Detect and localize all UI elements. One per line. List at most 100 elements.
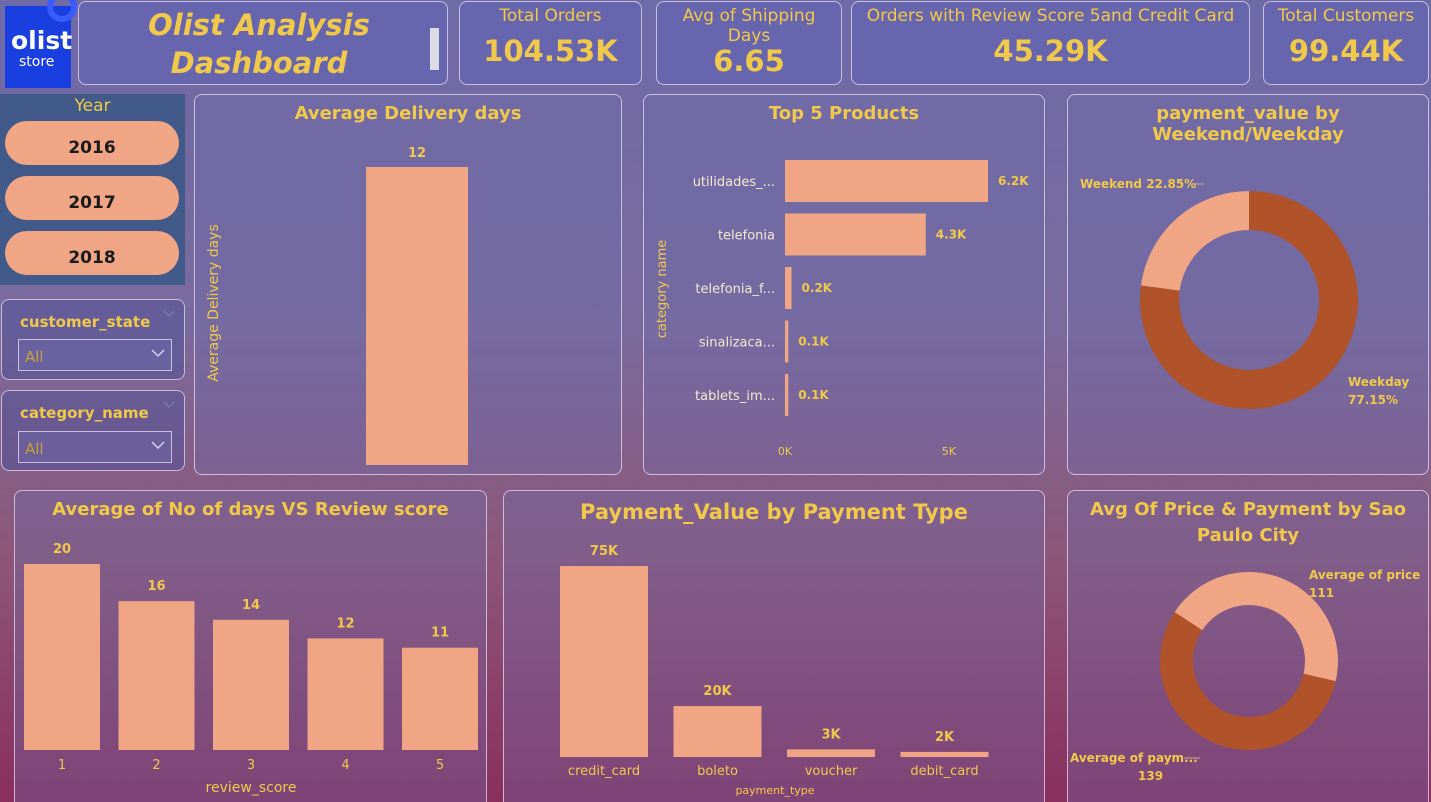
slice-label: Average of paym...: [1070, 751, 1198, 765]
kpi-value: 104.53K: [483, 34, 618, 68]
x-tick-label: credit_card: [568, 764, 640, 779]
kpi-value: 99.44K: [1288, 34, 1404, 68]
kpi-total-orders: Total Orders 104.53K: [459, 1, 642, 85]
x-tick-label: debit_card: [910, 764, 978, 779]
chevron-down-icon: [163, 401, 175, 409]
logo-subtext: store: [19, 54, 55, 70]
chart-payment-type: Payment_Value by Payment Type 75K credit_…: [503, 490, 1045, 802]
customer-state-dropdown[interactable]: All: [18, 339, 172, 371]
data-label: 20: [53, 542, 71, 557]
y-axis-label: Average Delivery days: [206, 224, 222, 382]
x-tick-label: 1: [58, 758, 66, 773]
kpi-value: 6.65: [713, 44, 785, 78]
bar: [213, 619, 289, 750]
chart-svg: Weekend 22.85% Weekday 77.15%: [1080, 177, 1409, 409]
chart-days-vs-review: Average of No of days VS Review score 20…: [14, 490, 487, 802]
olist-logo: olist store: [5, 0, 77, 88]
category-name-dropdown[interactable]: All: [18, 431, 172, 463]
bar: [785, 213, 926, 256]
slice-label: Weekday: [1348, 375, 1409, 389]
customer-state-title: customer_state: [20, 313, 151, 331]
x-tick-label: 5: [436, 758, 444, 773]
chart-svg: Average of price 111 Average of paym... 139: [1070, 568, 1420, 783]
customer-state-value: All: [25, 348, 44, 366]
data-label: 16: [147, 579, 165, 594]
dashboard-title-line1: Olist Analysis: [148, 8, 370, 42]
data-label: 75K: [590, 544, 619, 559]
bar: [785, 320, 789, 363]
category-name-title: category_name: [20, 404, 149, 422]
kpi-total-customers: Total Customers 99.44K: [1263, 1, 1429, 85]
chart-sao-paulo: Avg Of Price & Payment by Sao Paulo City…: [1067, 490, 1429, 802]
x-tick-label: 2: [152, 758, 160, 773]
chart-weekend-weekday: payment_value by Weekend/Weekday Weekend…: [1067, 94, 1429, 475]
kpi-label: Orders with Review Score 5and Credit Car…: [866, 6, 1235, 26]
bar: [673, 706, 762, 757]
bar: [785, 374, 789, 416]
scroll-handle[interactable]: [430, 28, 439, 70]
x-tick-label: 4: [341, 758, 349, 773]
data-label: 3K: [821, 727, 841, 742]
bar: [307, 638, 384, 750]
chart-svg: utilidades_... 6.2K telefonia 4.3K telefonia…: [655, 160, 1029, 458]
slice-label: 139: [1138, 769, 1163, 783]
bar: [787, 749, 875, 757]
bar: [402, 647, 478, 750]
kpi-label: Avg of Shipping Days: [682, 6, 816, 46]
x-tick-label: voucher: [805, 764, 858, 779]
bar: [366, 167, 468, 465]
slice-label: 77.15%: [1348, 393, 1398, 407]
bar: [785, 160, 988, 202]
bar: [24, 564, 100, 750]
year-slicer: Year 2016 2017 2018: [0, 94, 185, 285]
category-label: telefonia: [718, 229, 775, 244]
chart-svg: 75K credit_card 20K boleto 3K voucher 2K debit_…: [560, 544, 989, 797]
slice-label: Average of price: [1309, 568, 1420, 582]
chevron-down-icon: [151, 441, 165, 450]
category-name-slicer: category_name All: [1, 390, 185, 471]
slice-label: Weekend 22.85%: [1080, 177, 1196, 191]
bar: [118, 601, 195, 750]
bar: [900, 751, 989, 757]
data-label: 11: [431, 626, 449, 641]
category-label: telefonia_f...: [695, 282, 775, 297]
data-label: 14: [242, 598, 260, 613]
category-label: tablets_im...: [695, 389, 775, 404]
dashboard-title-panel: Olist Analysis Dashboard: [78, 1, 448, 85]
chevron-down-icon: [151, 349, 165, 358]
year-option-2016[interactable]: 2016: [5, 121, 179, 165]
slice-label: 111: [1309, 586, 1334, 600]
year-option-2018[interactable]: 2018: [5, 231, 179, 275]
chart-top5-products: Top 5 Products utilidades_... 6.2K telefon…: [643, 94, 1045, 475]
year-slicer-title: Year: [74, 96, 111, 116]
category-label: utilidades_...: [693, 175, 775, 190]
bar: [560, 566, 648, 757]
chart-avg-delivery: Average Delivery days 12 Average Delivery…: [194, 94, 622, 475]
x-tick-label: boleto: [697, 764, 738, 779]
bar: [785, 267, 792, 309]
data-label: 12: [408, 146, 426, 161]
category-name-value: All: [25, 440, 44, 458]
year-option-2017[interactable]: 2017: [5, 176, 179, 220]
category-label: sinalizaca...: [699, 336, 775, 351]
y-axis-label: category name: [655, 240, 670, 338]
x-tick-label: 5K: [942, 445, 957, 458]
kpi-review5-credit: Orders with Review Score 5and Credit Car…: [851, 1, 1250, 85]
kpi-avg-shipping-days: Avg of Shipping Days 6.65: [656, 1, 842, 85]
data-label: 0.1K: [798, 335, 829, 349]
logo-text: olist: [11, 26, 73, 55]
data-label: 0.1K: [798, 388, 829, 402]
data-label: 4.3K: [936, 228, 967, 242]
chart-svg: 12 Average Delivery days: [206, 146, 468, 465]
data-label: 6.2K: [998, 174, 1029, 188]
chevron-down-icon: [163, 310, 175, 318]
logo-ring-icon: [47, 0, 77, 22]
chart-svg: 20 1 16 2 14 3 12 4 11 5 review_score: [24, 542, 478, 796]
dashboard-title-line2: Dashboard: [170, 46, 348, 80]
kpi-label: Total Orders: [499, 6, 602, 26]
data-label: 2K: [935, 730, 955, 745]
data-label: 12: [336, 616, 354, 631]
kpi-value: 45.29K: [993, 34, 1108, 68]
kpi-label: Total Customers: [1277, 6, 1415, 26]
x-axis-label: review_score: [206, 780, 297, 796]
